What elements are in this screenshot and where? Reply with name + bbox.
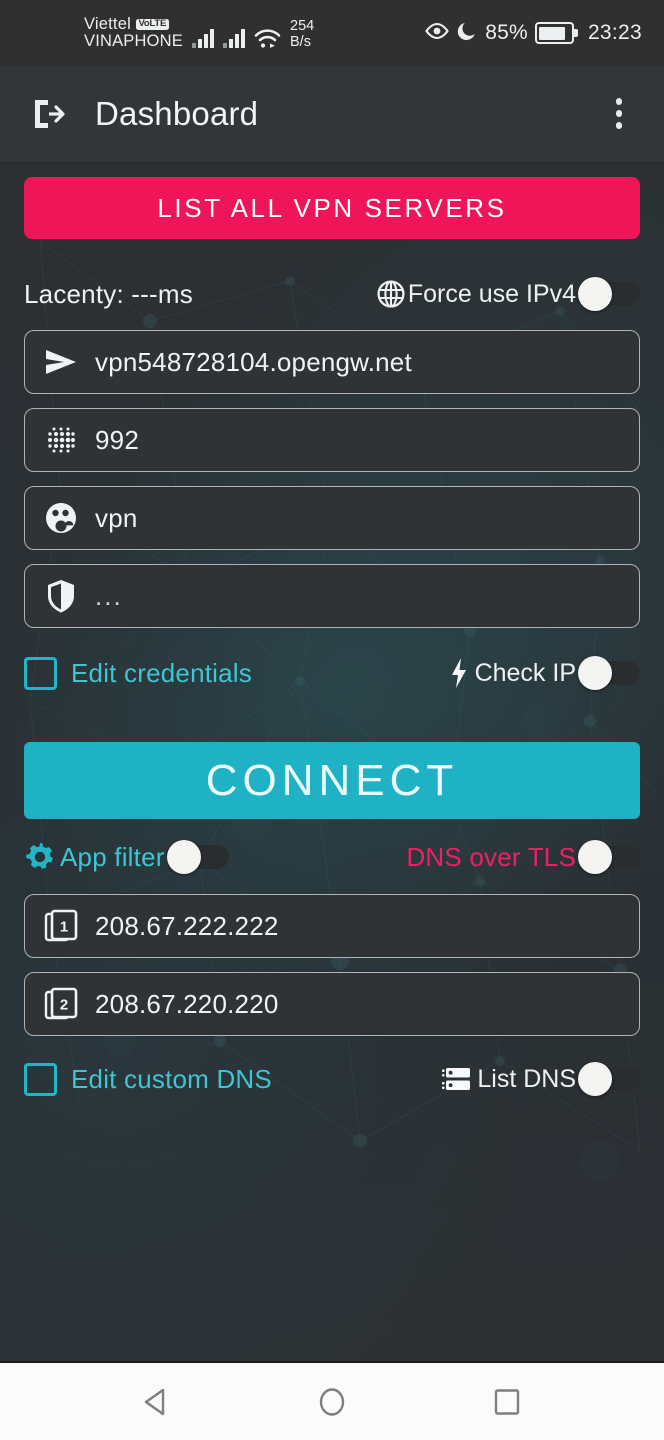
gear-icon	[24, 841, 56, 873]
password-field[interactable]: ...	[24, 564, 640, 628]
dns2-value: 208.67.220.220	[95, 988, 279, 1019]
dns1-value: 208.67.222.222	[95, 910, 279, 941]
carrier-secondary-label: VINAPHONE	[84, 32, 183, 50]
shield-icon	[43, 578, 79, 614]
carrier-primary-row: Viettel VoLTE	[84, 14, 183, 33]
android-nav-bar	[0, 1361, 664, 1440]
carrier-primary-label: Viettel	[84, 14, 131, 33]
dns-over-tls-toggle[interactable]	[578, 840, 640, 874]
signal-bars-icon-sim1	[192, 26, 214, 49]
people-icon	[43, 500, 79, 536]
check-ip-toggle[interactable]	[578, 656, 640, 690]
dns-one-icon: 1	[43, 908, 79, 944]
wifi-icon	[254, 27, 281, 49]
force-ipv4-control[interactable]: Force use IPv4	[376, 277, 640, 311]
dns2-field[interactable]: 2 208.67.220.220	[24, 972, 640, 1036]
network-speed-value: 254	[290, 18, 315, 35]
send-icon	[43, 344, 79, 380]
password-value: ...	[95, 580, 123, 611]
svg-text:1: 1	[60, 919, 68, 936]
recents-square-icon[interactable]	[476, 1371, 538, 1433]
username-field[interactable]: vpn	[24, 486, 640, 550]
home-circle-icon[interactable]	[301, 1371, 363, 1433]
battery-percent-label: 85%	[485, 21, 528, 44]
list-dns-toggle[interactable]	[578, 1062, 640, 1096]
custom-dns-row: Edit custom DNS List DNS	[24, 1056, 640, 1102]
status-bar-left: Viettel VoLTE VINAPHONE 254 B/s	[84, 14, 314, 51]
server-host-field[interactable]: vpn548728104.opengw.net	[24, 330, 640, 394]
username-value: vpn	[95, 502, 138, 533]
carrier-info: Viettel VoLTE VINAPHONE	[84, 14, 183, 51]
dns1-field[interactable]: 1 208.67.222.222	[24, 894, 640, 958]
lightning-bolt-icon	[449, 657, 469, 689]
edit-custom-dns-checkbox[interactable]	[24, 1062, 57, 1096]
app-filter-label: App filter	[60, 841, 165, 872]
server-port-field[interactable]: 992	[24, 408, 640, 472]
server-host-value: vpn548728104.opengw.net	[95, 346, 412, 377]
main-content: LIST ALL VPN SERVERS Lacenty: ---ms Forc…	[0, 161, 664, 1361]
globe-icon	[376, 279, 406, 309]
dots-grid-icon	[43, 422, 79, 458]
battery-icon	[534, 22, 578, 44]
edit-credentials-label: Edit credentials	[71, 657, 252, 688]
server-list-icon	[441, 1063, 473, 1095]
list-dns-control[interactable]: List DNS	[441, 1062, 640, 1096]
network-speed-unit: B/s	[290, 33, 311, 50]
connect-button[interactable]: CONNECT	[24, 742, 640, 819]
list-all-vpn-servers-button[interactable]: LIST ALL VPN SERVERS	[24, 177, 640, 239]
dns-over-tls-control[interactable]: DNS over TLS	[406, 840, 640, 874]
force-ipv4-toggle[interactable]	[578, 277, 640, 311]
content-inner: LIST ALL VPN SERVERS Lacenty: ---ms Forc…	[0, 177, 664, 1102]
signal-bars-icon-sim2	[223, 26, 245, 49]
network-speed: 254 B/s	[290, 19, 314, 50]
latency-row: Lacenty: ---ms Force use IPv4	[24, 272, 640, 316]
volte-badge: VoLTE	[135, 19, 169, 30]
phone-screen: Viettel VoLTE VINAPHONE 254 B/s 85% 23:2…	[0, 0, 664, 1440]
page-title: Dashboard	[95, 94, 259, 132]
exit-to-app-icon[interactable]	[26, 92, 70, 136]
moon-icon	[457, 20, 478, 46]
app-filter-toggle[interactable]	[166, 840, 229, 874]
edit-custom-dns-label: Edit custom DNS	[71, 1063, 272, 1094]
filter-row: App filter DNS over TLS	[24, 834, 640, 880]
more-vertical-icon[interactable]	[599, 91, 639, 137]
back-triangle-icon[interactable]	[126, 1371, 188, 1433]
app-bar: Dashboard	[0, 66, 664, 161]
dns-over-tls-label: DNS over TLS	[406, 841, 576, 872]
latency-label: Lacenty: ---ms	[24, 278, 193, 309]
status-bar-clock: 23:23	[587, 21, 642, 44]
list-dns-label: List DNS	[477, 1064, 576, 1093]
app-filter-control[interactable]: App filter	[24, 840, 229, 874]
server-port-value: 992	[95, 424, 139, 455]
check-ip-control[interactable]: Check IP	[449, 656, 640, 690]
status-bar: Viettel VoLTE VINAPHONE 254 B/s 85% 23:2…	[0, 0, 664, 66]
force-ipv4-label: Force use IPv4	[407, 279, 576, 308]
svg-text:2: 2	[60, 997, 68, 1014]
status-bar-right: 85% 23:23	[424, 20, 642, 46]
dns-two-icon: 2	[43, 986, 79, 1022]
edit-credentials-checkbox[interactable]	[24, 656, 57, 690]
eye-icon	[424, 21, 450, 46]
credentials-row: Edit credentials Check IP	[24, 650, 640, 696]
check-ip-label: Check IP	[474, 658, 576, 687]
